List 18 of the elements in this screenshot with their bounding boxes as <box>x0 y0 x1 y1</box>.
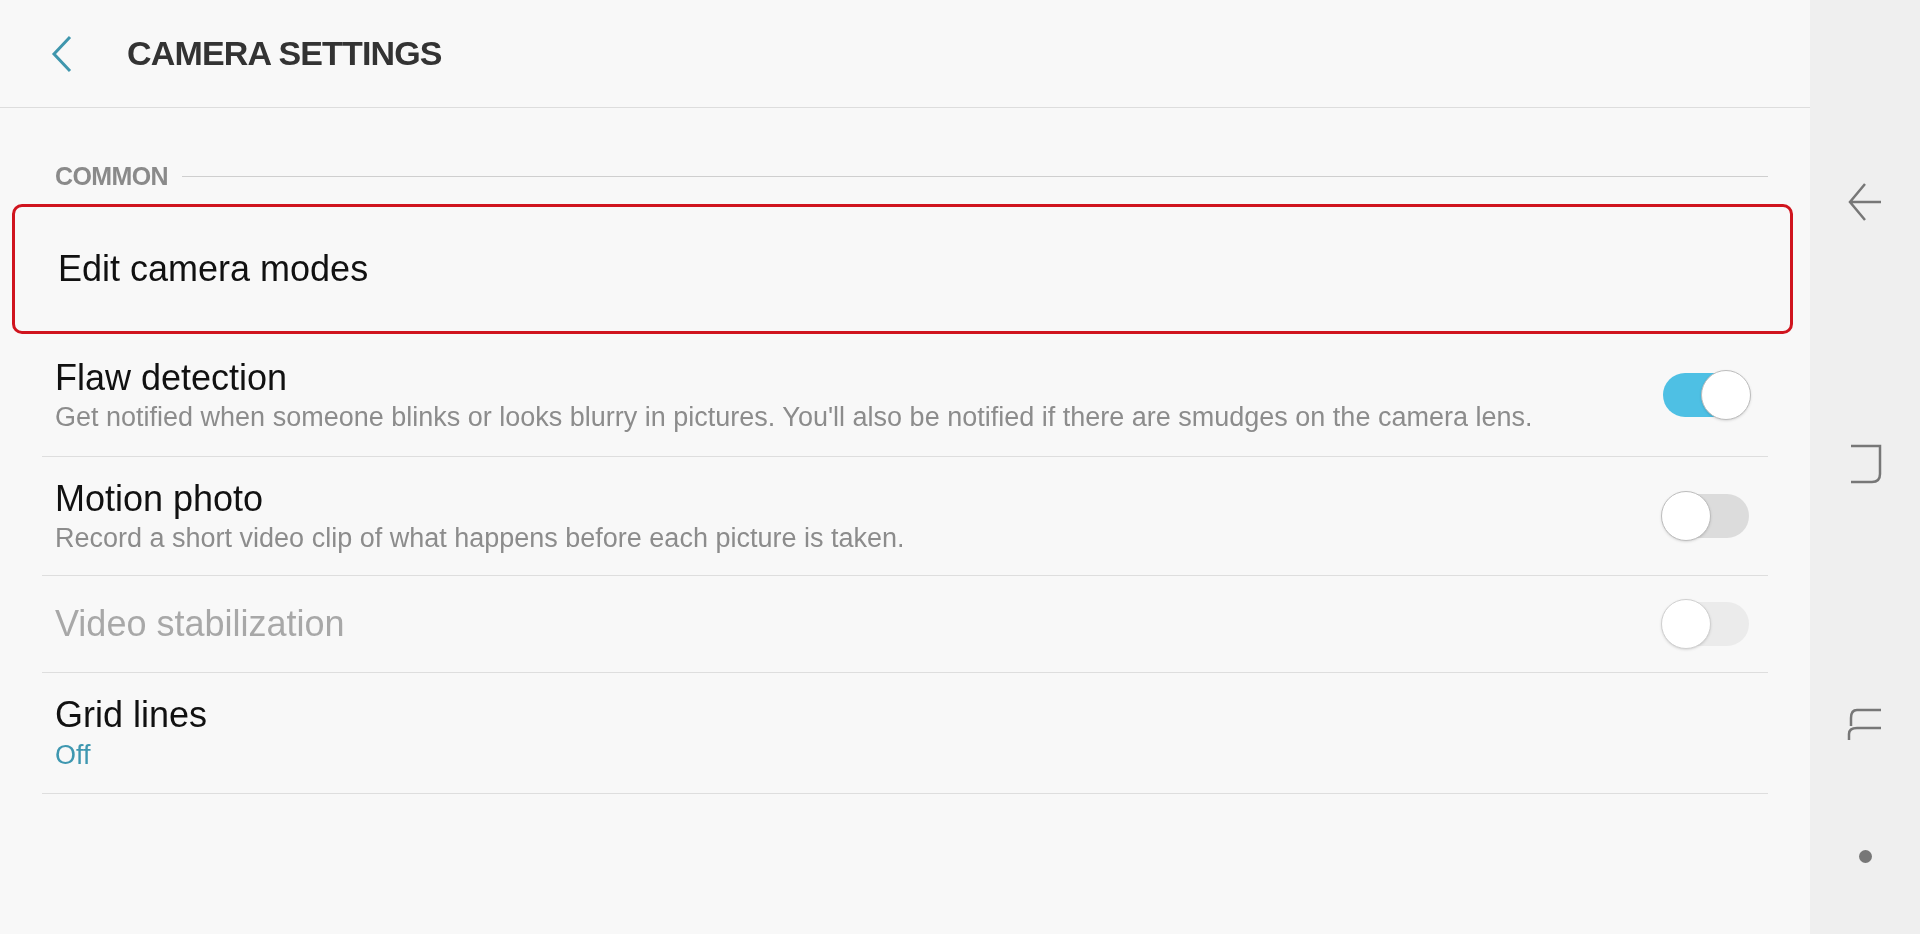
setting-value: Off <box>55 738 92 772</box>
setting-title: Grid lines <box>55 692 209 737</box>
setting-row[interactable]: Motion photo Record a short video clip of what happens before each picture is taken. <box>42 456 1768 576</box>
highlighted-setting-row[interactable]: Edit camera modes <box>12 203 1793 334</box>
page-title: CAMERA SETTINGS <box>127 33 442 74</box>
back-arrow-icon[interactable] <box>1847 182 1883 222</box>
back-icon[interactable] <box>50 34 74 73</box>
section-label: COMMON <box>55 161 168 192</box>
setting-description: Record a short video clip of what happens before each picture is taken. <box>55 521 906 555</box>
setting-row[interactable]: Flaw detection Get notified when someone blinks or looks blurry in pictures. You'll also be notified if there are smudges on the camera lens. <box>42 333 1768 457</box>
setting-row[interactable]: Grid lines Off <box>42 672 1768 794</box>
setting-title: Motion photo <box>55 476 265 521</box>
setting-title: Video stabilization <box>55 601 346 646</box>
toggle-switch[interactable] <box>1663 493 1749 538</box>
setting-description: Get notified when someone blinks or looks blurry in pictures. You'll also be notified if there are smudges on the camera lens. <box>55 400 1534 434</box>
toggle-switch[interactable] <box>1663 372 1749 417</box>
setting-title: Flaw detection <box>55 355 289 400</box>
setting-title: Edit camera modes <box>58 246 370 291</box>
